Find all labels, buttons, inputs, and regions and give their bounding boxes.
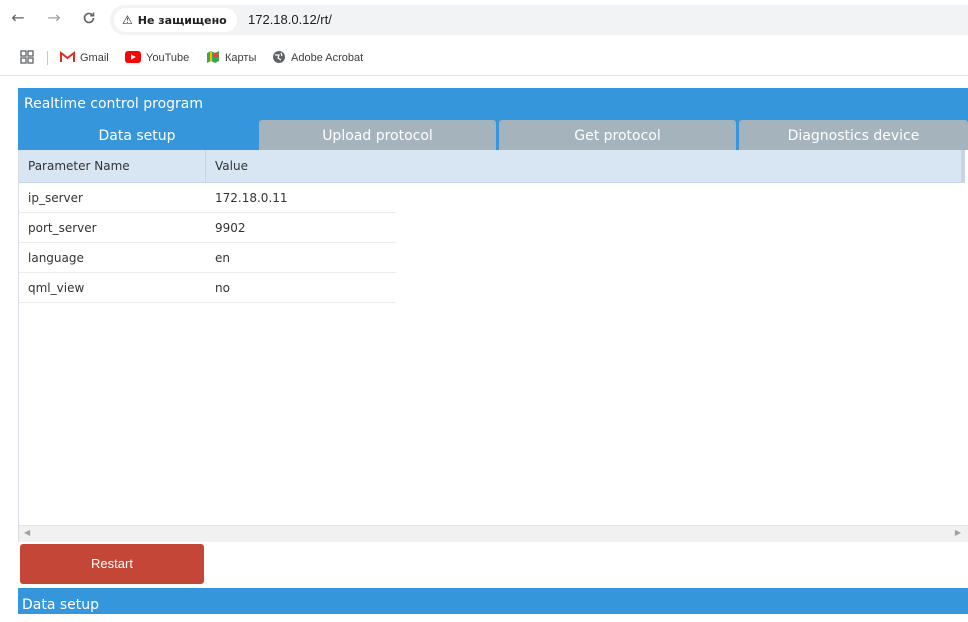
column-header-parameter-name[interactable]: Parameter Name [19,150,205,183]
bookmark-label: Карты [225,52,257,64]
scroll-left-icon[interactable]: ◀ [24,528,30,537]
globe-icon [273,51,285,64]
youtube-icon [125,51,141,64]
browser-toolbar: ← → ⚠ Не защищено 172.18.0.12/rt/ [0,0,968,40]
reload-icon[interactable] [79,8,99,28]
table-row[interactable]: port_server 9902 [19,213,396,243]
grid-header: Parameter Name Value [19,150,965,183]
url-text[interactable]: 172.18.0.12/rt/ [248,5,332,35]
table-row[interactable]: language en [19,243,396,273]
param-value-cell[interactable]: 9902 [206,213,246,243]
vertical-scrollbar[interactable] [961,150,965,183]
bookmarks-bar: Gmail YouTube Карты Adobe Acrobat [0,40,968,76]
status-bar: Data setup [18,588,968,614]
column-header-value[interactable]: Value [206,150,396,183]
status-text: Data setup [22,597,100,613]
address-bar[interactable]: ⚠ Не защищено 172.18.0.12/rt/ [110,5,968,35]
app-title-bar: Realtime control program [18,88,968,120]
bookmark-gmail[interactable]: Gmail [60,40,109,76]
tab-data-setup[interactable]: Data setup [18,120,256,150]
bookmark-label: Gmail [80,52,109,64]
security-label: Не защищено [137,14,227,27]
forward-arrow-icon[interactable]: → [44,8,64,28]
horizontal-scrollbar[interactable]: ◀ ▶ [19,525,968,542]
restart-button[interactable]: Restart [20,544,204,584]
tab-bar: Data setup Upload protocol Get protocol … [18,120,968,150]
bookmark-label: Adobe Acrobat [291,52,364,64]
grid-body: ip_server 172.18.0.11 port_server 9902 l… [19,183,396,303]
bookmark-divider [47,51,48,65]
gmail-icon [60,51,75,63]
bookmark-youtube[interactable]: YouTube [125,40,189,76]
app-title: Realtime control program [24,96,203,112]
maps-icon [207,51,219,64]
parameters-grid: Parameter Name Value ip_server 172.18.0.… [18,150,968,542]
bookmark-adobe-acrobat[interactable]: Adobe Acrobat [272,40,363,76]
security-chip[interactable]: ⚠ Не защищено [114,8,237,32]
table-row[interactable]: ip_server 172.18.0.11 [19,183,396,213]
param-value-cell[interactable]: no [206,273,230,303]
apps-grid-icon[interactable] [20,40,39,76]
bookmark-maps[interactable]: Карты [206,40,256,76]
param-name-cell: qml_view [28,281,85,295]
tab-diagnostics-device[interactable]: Diagnostics device [739,120,968,150]
param-name-cell: port_server [28,221,97,235]
bookmark-label: YouTube [146,52,190,64]
tab-get-protocol[interactable]: Get protocol [499,120,736,150]
tab-upload-protocol[interactable]: Upload protocol [259,120,496,150]
param-value-cell[interactable]: 172.18.0.11 [206,183,288,213]
scroll-right-icon[interactable]: ▶ [955,528,961,537]
param-name-cell: language [28,251,84,265]
back-arrow-icon[interactable]: ← [8,8,28,28]
warning-icon: ⚠ [122,13,133,27]
param-name-cell: ip_server [28,191,83,205]
table-row[interactable]: qml_view no [19,273,396,303]
param-value-cell[interactable]: en [206,243,230,273]
